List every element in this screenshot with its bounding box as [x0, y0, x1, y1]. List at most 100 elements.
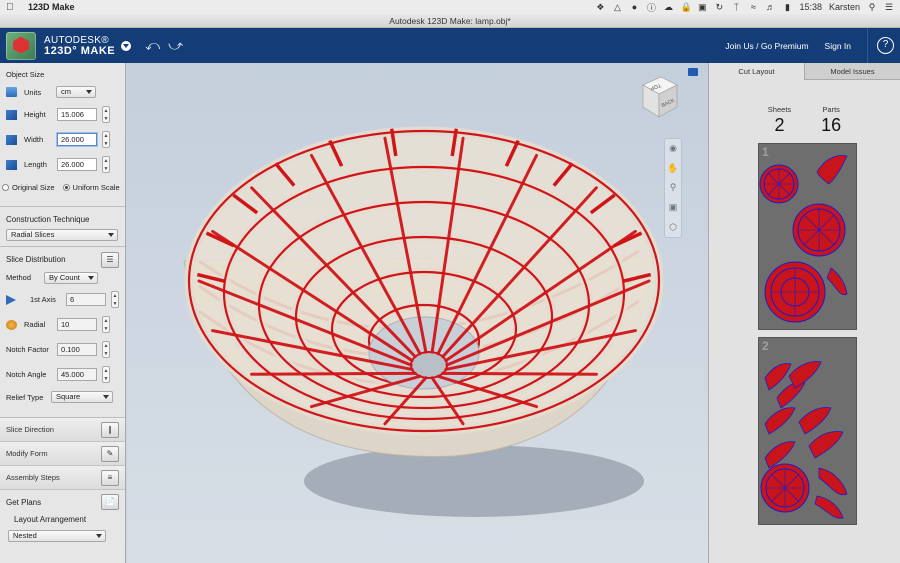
- layout-arrangement-select[interactable]: Nested: [8, 530, 106, 542]
- left-panel: Object Size Units cm Height 15.006 ▲ ▼ Wi…: [0, 63, 126, 563]
- cloud-icon[interactable]: ☁: [663, 2, 673, 13]
- right-panel: Cut Layout Model Issues Sheets 2 Parts 1…: [708, 63, 900, 563]
- sheets-value: 2: [774, 115, 785, 135]
- brand-product: 123D° MAKE: [44, 44, 116, 57]
- assembly-steps-title: Assembly Steps: [6, 473, 60, 482]
- join-premium-link[interactable]: Join Us / Go Premium: [725, 41, 808, 51]
- original-size-radio[interactable]: [2, 183, 9, 191]
- sign-in-link[interactable]: Sign In: [825, 41, 851, 51]
- header-divider: [867, 28, 868, 63]
- app-menu[interactable]: 123D Make: [28, 2, 75, 12]
- modify-form-section[interactable]: Modify Form ✎: [0, 442, 125, 466]
- sheet-2-number: 2: [762, 339, 769, 353]
- radial-icon: [6, 319, 17, 330]
- slice-direction-section[interactable]: Slice Direction ∥: [0, 418, 125, 442]
- bluetooth-icon[interactable]: ᛉ: [731, 2, 741, 12]
- orbit-icon[interactable]: ◉: [669, 143, 677, 154]
- slice-direction-icon[interactable]: ∥: [101, 421, 119, 438]
- undo-icon[interactable]: ⤺: [145, 37, 160, 54]
- radial-label: Radial: [24, 320, 46, 329]
- radial-stepper[interactable]: ▲ ▼: [102, 316, 110, 333]
- view-cube-icon[interactable]: ⬡: [669, 222, 677, 233]
- counts: Sheets 2 Parts 16: [709, 105, 900, 136]
- brand: AUTODESK® 123D° MAKE: [44, 35, 115, 57]
- header-links: Join Us / Go Premium Sign In ?: [725, 28, 900, 63]
- axis1-label: 1st Axis: [30, 295, 56, 304]
- get-plans-title: Get Plans: [6, 497, 42, 507]
- parts-value: 16: [821, 115, 842, 135]
- tab-cut-layout[interactable]: Cut Layout: [709, 63, 804, 80]
- units-select[interactable]: cm: [56, 86, 96, 98]
- radial-slice-model[interactable]: [127, 63, 708, 563]
- screen-icon[interactable]: ▣: [697, 2, 707, 13]
- construction-select[interactable]: Radial Slices: [6, 229, 118, 241]
- original-size-label: Original Size: [12, 182, 55, 192]
- lock-icon[interactable]: 🔒: [680, 2, 691, 13]
- sheets-count: Sheets 2: [768, 105, 791, 136]
- axis1-stepper[interactable]: ▲ ▼: [111, 291, 119, 308]
- sheet-2-thumbnail[interactable]: 2: [758, 337, 857, 525]
- app-menu-dropdown-icon[interactable]: [121, 40, 132, 51]
- length-stepper[interactable]: ▲ ▼: [102, 156, 110, 173]
- wifi-icon[interactable]: ≈: [748, 2, 758, 12]
- construction-section: Construction Technique Radial Slices: [0, 207, 125, 247]
- tab-model-issues[interactable]: Model Issues: [804, 63, 900, 80]
- notch-angle-field[interactable]: 45.000: [57, 368, 97, 381]
- spotlight-icon[interactable]: ⚲: [867, 2, 877, 13]
- sheet-2-parts: [760, 361, 848, 519]
- slice-distribution-title: Slice Distribution: [6, 255, 66, 264]
- fit-view-icon[interactable]: ▣: [669, 202, 678, 213]
- relief-type-select[interactable]: Square: [51, 391, 113, 403]
- notification-center-icon[interactable]: ☰: [884, 2, 894, 13]
- evernote-icon[interactable]: ●: [629, 2, 639, 12]
- uniform-scale-label: Uniform Scale: [72, 182, 120, 192]
- info-icon[interactable]: ⓘ: [646, 1, 656, 14]
- modify-form-icon[interactable]: ✎: [101, 445, 119, 462]
- construction-title: Construction Technique: [6, 215, 90, 224]
- axis-arrow-icon: [6, 294, 16, 305]
- pan-hand-icon[interactable]: ✋: [667, 163, 678, 174]
- get-plans-icon[interactable]: 📄: [101, 494, 119, 510]
- width-label: Width: [24, 135, 44, 144]
- uniform-scale-radio[interactable]: [62, 183, 70, 191]
- zoom-icon[interactable]: ⚲: [670, 182, 677, 193]
- notch-angle-stepper[interactable]: ▲ ▼: [102, 366, 110, 383]
- apple-menu-icon[interactable]: : [6, 2, 18, 13]
- length-field[interactable]: 26.000: [57, 158, 97, 171]
- radial-rib-8: [250, 371, 417, 376]
- width-field[interactable]: 26.000: [57, 133, 97, 146]
- assembly-steps-section[interactable]: Assembly Steps ≡: [0, 466, 125, 490]
- radial-field[interactable]: 10: [57, 318, 97, 331]
- method-select[interactable]: By Count: [44, 271, 98, 284]
- navigation-toolbar: ◉ ✋ ⚲ ▣ ⬡: [664, 138, 682, 238]
- drive-icon[interactable]: △: [612, 2, 622, 13]
- sheet-1-number: 1: [762, 145, 769, 159]
- assembly-steps-icon[interactable]: ≡: [101, 469, 119, 486]
- 3d-viewport[interactable]: TOP BACK ◉ ✋ ⚲ ▣ ⬡: [127, 63, 708, 563]
- axis1-field[interactable]: 6: [66, 293, 106, 306]
- volume-icon[interactable]: ♬: [765, 2, 775, 12]
- height-stepper[interactable]: ▲ ▼: [102, 106, 110, 123]
- width-icon: [6, 134, 17, 145]
- help-icon[interactable]: ?: [877, 37, 894, 54]
- brand-autodesk: AUTODESK®: [44, 34, 109, 46]
- fullscreen-toggle-icon[interactable]: [688, 68, 698, 76]
- parts-count: Parts 16: [821, 105, 841, 136]
- window-title-bar: Autodesk 123D Make: lamp.obj*: [0, 14, 900, 28]
- width-stepper[interactable]: ▲ ▼: [102, 131, 110, 148]
- battery-icon[interactable]: ▮: [782, 2, 792, 13]
- app-logo-icon[interactable]: [6, 31, 36, 60]
- slice-distribution-section: Slice Distribution ☰ Method By Count 1st…: [0, 247, 125, 418]
- redo-icon[interactable]: ⤻: [168, 37, 183, 54]
- sheet-1-thumbnail[interactable]: 1: [758, 143, 857, 330]
- viewcube[interactable]: TOP BACK: [637, 73, 681, 121]
- length-label: Length: [24, 160, 47, 169]
- slice-list-icon[interactable]: ☰: [101, 251, 119, 268]
- notch-factor-stepper[interactable]: ▲ ▼: [102, 341, 110, 358]
- user-name[interactable]: Karsten: [829, 2, 860, 12]
- dropbox-icon[interactable]: ❖: [595, 2, 605, 13]
- height-field[interactable]: 15.006: [57, 108, 97, 121]
- time-machine-icon[interactable]: ↻: [714, 2, 724, 13]
- notch-factor-field[interactable]: 0.100: [57, 343, 97, 356]
- clock[interactable]: 15:38: [799, 2, 822, 12]
